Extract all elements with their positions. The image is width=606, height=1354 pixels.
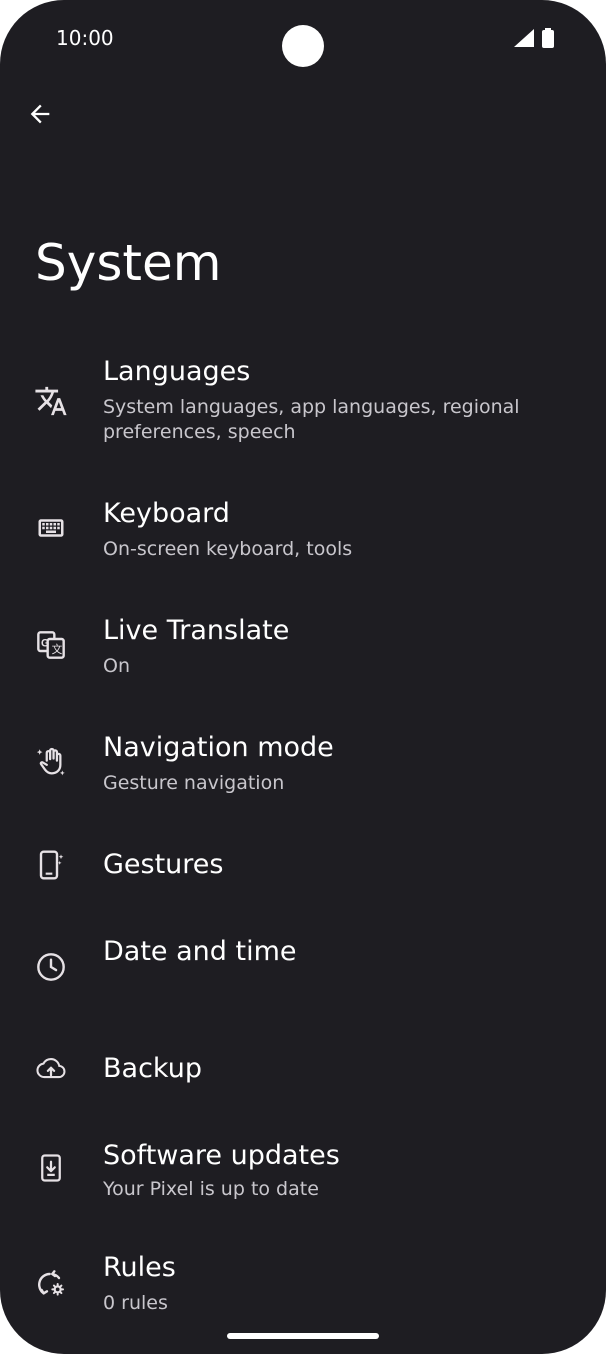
- phone-gesture-icon: [33, 847, 69, 883]
- settings-item-languages[interactable]: Languages System languages, app language…: [0, 350, 606, 460]
- settings-item-software-updates[interactable]: Software updates Your Pixel is up to dat…: [0, 1134, 606, 1224]
- status-icons: [514, 28, 554, 48]
- item-summary: Gesture navigation: [103, 772, 285, 794]
- battery-icon: [542, 28, 554, 48]
- item-summary: On-screen keyboard, tools: [103, 538, 353, 560]
- item-label: Navigation mode: [103, 732, 334, 763]
- svg-text:G: G: [41, 637, 49, 649]
- item-label: Software updates: [103, 1140, 340, 1171]
- settings-item-live-translate[interactable]: G 文 Live Translate On: [0, 609, 606, 699]
- settings-item-rules[interactable]: Rules 0 rules: [0, 1246, 606, 1326]
- item-summary: On: [103, 655, 130, 677]
- settings-item-keyboard[interactable]: Keyboard On-screen keyboard, tools: [0, 492, 606, 582]
- item-label: Backup: [103, 1053, 202, 1084]
- settings-item-navigation-mode[interactable]: Navigation mode Gesture navigation: [0, 726, 606, 816]
- gesture-hand-icon: [33, 744, 69, 780]
- back-button[interactable]: [24, 96, 56, 132]
- item-label: Gestures: [103, 849, 224, 880]
- item-summary: Your Pixel is up to date: [103, 1178, 319, 1200]
- camera-cutout: [282, 25, 324, 67]
- keyboard-icon: [33, 510, 69, 546]
- item-label: Languages: [103, 356, 251, 387]
- item-summary: System languages, app languages, regiona…: [103, 396, 520, 443]
- item-label: Date and time: [103, 936, 297, 967]
- rules-icon: [33, 1266, 69, 1302]
- page-title: System: [35, 234, 222, 292]
- signal-icon: [514, 29, 534, 47]
- translate-icon: [33, 383, 69, 419]
- arrow-back-icon: [26, 100, 54, 128]
- settings-item-backup[interactable]: Backup: [0, 1047, 606, 1107]
- gesture-nav-handle[interactable]: [227, 1333, 379, 1339]
- clock-icon: [33, 949, 69, 985]
- system-update-icon: [33, 1150, 69, 1186]
- item-label: Live Translate: [103, 615, 290, 646]
- settings-item-date-time[interactable]: Date and time: [0, 930, 606, 1020]
- status-time: 10:00: [56, 26, 114, 50]
- item-label: Rules: [103, 1252, 176, 1283]
- phone-screen: 10:00 System Languages System languages,…: [0, 0, 606, 1354]
- g-translate-icon: G 文: [33, 627, 69, 663]
- item-summary: 0 rules: [103, 1292, 168, 1314]
- cloud-upload-icon: [33, 1051, 69, 1087]
- settings-item-gestures[interactable]: Gestures: [0, 843, 606, 903]
- item-label: Keyboard: [103, 498, 230, 529]
- svg-text:文: 文: [52, 643, 63, 656]
